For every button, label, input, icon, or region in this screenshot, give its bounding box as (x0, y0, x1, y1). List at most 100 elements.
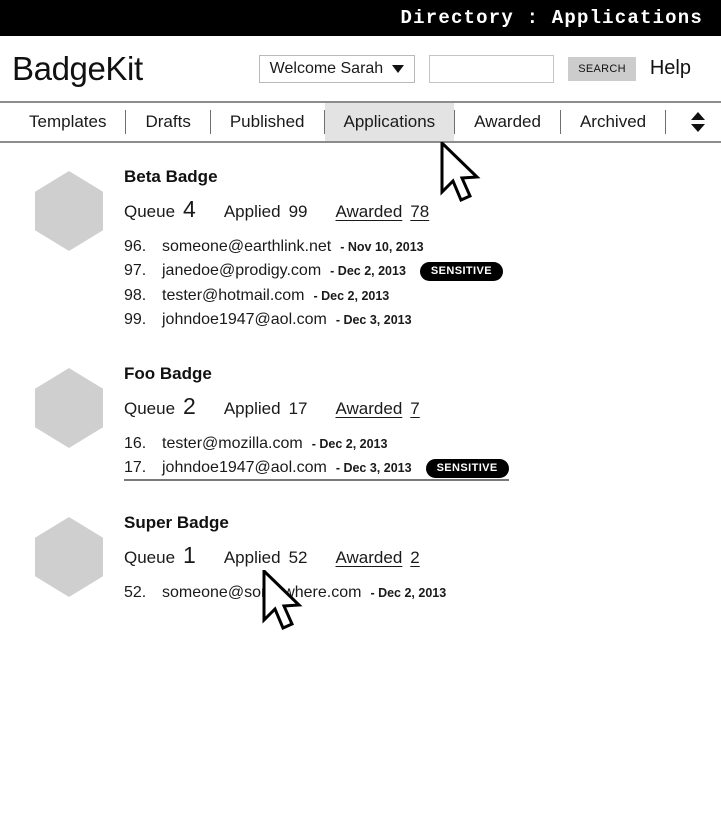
tab-published[interactable]: Published (211, 103, 324, 141)
stat-queue: Queue 2 (124, 393, 196, 420)
application-row[interactable]: 99. johndoe1947@aol.com - Dec 3, 2013 (124, 308, 412, 332)
stat-applied-label: Applied (223, 399, 281, 418)
brand-logo[interactable]: BadgeKit (12, 52, 143, 85)
applicant-email: johndoe1947@aol.com (162, 311, 327, 328)
badge-stats: Queue 2 Applied 17 Awarded 7 (124, 393, 721, 420)
applicant-email: johndoe1947@aol.com (162, 459, 327, 476)
badge-stats: Queue 1 Applied 52 Awarded 2 (124, 542, 721, 569)
badge-section: Beta Badge Queue 4 Applied 99 Awarded 78 96. som… (0, 165, 721, 332)
stat-awarded-link[interactable]: Awarded 2 (335, 548, 419, 568)
badge-details: Beta Badge Queue 4 Applied 99 Awarded 78 96. som… (124, 165, 721, 332)
application-row[interactable]: 96. someone@earthlink.net - Nov 10, 2013 (124, 235, 424, 259)
badge-section: Foo Badge Queue 2 Applied 17 Awarded 7 16. teste… (0, 362, 721, 481)
applicant-email: someone@earthlink.net (162, 238, 332, 255)
stat-awarded-link-label: Awarded (335, 399, 403, 418)
masthead-actions: Welcome Sarah SEARCH Help (258, 54, 709, 83)
stat-applied-value: 99 (288, 202, 308, 221)
title-bar-text: Directory : Applications (400, 7, 703, 29)
chevron-down-icon (392, 64, 405, 73)
user-menu-dropdown[interactable]: Welcome Sarah (258, 54, 416, 83)
application-index: 97. (124, 262, 147, 279)
masthead: BadgeKit Welcome Sarah SEARCH Help (0, 36, 721, 101)
stat-queue-value: 4 (183, 196, 196, 222)
tab-awarded[interactable]: Awarded (455, 103, 560, 141)
application-date: - Dec 2, 2013 (370, 586, 447, 600)
stat-awarded-link[interactable]: Awarded 7 (335, 399, 419, 419)
stat-applied-value: 52 (288, 548, 308, 567)
application-index: 52. (124, 584, 147, 601)
stat-awarded-link[interactable]: Awarded 78 (335, 202, 429, 222)
application-date: - Dec 2, 2013 (311, 437, 388, 451)
badge-details: Foo Badge Queue 2 Applied 17 Awarded 7 16. teste… (124, 362, 721, 481)
applicant-email: tester@hotmail.com (162, 287, 305, 304)
application-list: 96. someone@earthlink.net - Nov 10, 2013 97… (124, 235, 721, 332)
applicant-email: janedoe@prodigy.com (162, 262, 322, 279)
application-index: 98. (124, 287, 147, 304)
stat-queue-label: Queue (124, 548, 176, 567)
application-index: 96. (124, 238, 147, 255)
application-date: - Dec 2, 2013 (313, 289, 390, 303)
application-date: - Dec 2, 2013 (330, 264, 406, 278)
application-list: 52. someone@somewhere.com - Dec 2, 2013 (124, 581, 721, 605)
application-row[interactable]: 52. someone@somewhere.com - Dec 2, 2013 (124, 581, 446, 605)
application-index: 17. (124, 459, 147, 476)
badge-stats: Queue 4 Applied 99 Awarded 78 (124, 196, 721, 223)
stat-awarded-value: 7 (410, 399, 420, 418)
hexagon-badge-icon (35, 171, 103, 251)
sort-ascending-icon (691, 112, 705, 120)
tab-bar: Templates Drafts Published Applications … (0, 103, 721, 141)
tab-divider (665, 110, 667, 134)
tab-archived[interactable]: Archived (561, 103, 665, 141)
stat-awarded-value: 78 (410, 202, 430, 221)
stat-queue-label: Queue (124, 399, 176, 418)
user-menu-label: Welcome Sarah (269, 59, 384, 77)
tab-applications[interactable]: Applications (324, 103, 455, 141)
help-link[interactable]: Help (650, 57, 691, 80)
sensitive-badge: SENSITIVE (419, 262, 503, 281)
tab-drafts[interactable]: Drafts (126, 103, 209, 141)
application-date: - Dec 3, 2013 (335, 313, 412, 327)
stat-queue: Queue 1 (124, 542, 196, 569)
badge-title[interactable]: Super Badge (124, 513, 721, 533)
badge-title[interactable]: Foo Badge (124, 364, 721, 384)
search-input[interactable] (429, 54, 555, 83)
application-row[interactable]: 98. tester@hotmail.com - Dec 2, 2013 (124, 284, 389, 308)
stat-queue-value: 1 (183, 542, 196, 568)
title-bar: Directory : Applications (0, 0, 721, 36)
stat-queue-label: Queue (124, 202, 176, 221)
stat-awarded-link-label: Awarded (335, 202, 403, 221)
applicant-email: someone@somewhere.com (162, 584, 362, 601)
tab-templates[interactable]: Templates (10, 103, 125, 141)
hexagon-badge-icon (35, 517, 103, 597)
sensitive-badge: SENSITIVE (425, 459, 509, 478)
badge-title[interactable]: Beta Badge (124, 167, 721, 187)
application-list: 16. tester@mozilla.com - Dec 2, 2013 17. joh… (124, 432, 721, 481)
sort-descending-icon (691, 124, 705, 132)
search-button[interactable]: SEARCH (568, 56, 636, 81)
sort-toggle-button[interactable] (681, 103, 721, 141)
application-index: 99. (124, 311, 147, 328)
badge-section: Super Badge Queue 1 Applied 52 Awarded 2 52. som… (0, 511, 721, 605)
stat-applied: Applied 52 (224, 548, 308, 568)
application-row[interactable]: 97. janedoe@prodigy.com - Dec 2, 2013 SENSI… (124, 259, 503, 284)
stat-applied: Applied 17 (224, 399, 308, 419)
stat-applied: Applied 99 (224, 202, 308, 222)
stat-applied-label: Applied (223, 202, 281, 221)
stat-awarded-link-label: Awarded (335, 548, 403, 567)
badge-thumbnail[interactable] (14, 165, 124, 332)
stat-queue-value: 2 (183, 393, 196, 419)
applicant-email: tester@mozilla.com (162, 435, 303, 452)
stat-awarded-value: 2 (410, 548, 420, 567)
badge-thumbnail[interactable] (14, 511, 124, 605)
application-date: - Nov 10, 2013 (340, 240, 424, 254)
badge-thumbnail[interactable] (14, 362, 124, 481)
stat-queue: Queue 4 (124, 196, 196, 223)
hexagon-badge-icon (35, 368, 103, 448)
application-row[interactable]: 17. johndoe1947@aol.com - Dec 3, 2013 SENSI… (124, 456, 509, 481)
stat-applied-label: Applied (223, 548, 281, 567)
badge-list: Beta Badge Queue 4 Applied 99 Awarded 78 96. som… (0, 143, 721, 605)
stat-applied-value: 17 (288, 399, 308, 418)
application-index: 16. (124, 435, 147, 452)
application-row[interactable]: 16. tester@mozilla.com - Dec 2, 2013 (124, 432, 387, 456)
badge-details: Super Badge Queue 1 Applied 52 Awarded 2 52. som… (124, 511, 721, 605)
